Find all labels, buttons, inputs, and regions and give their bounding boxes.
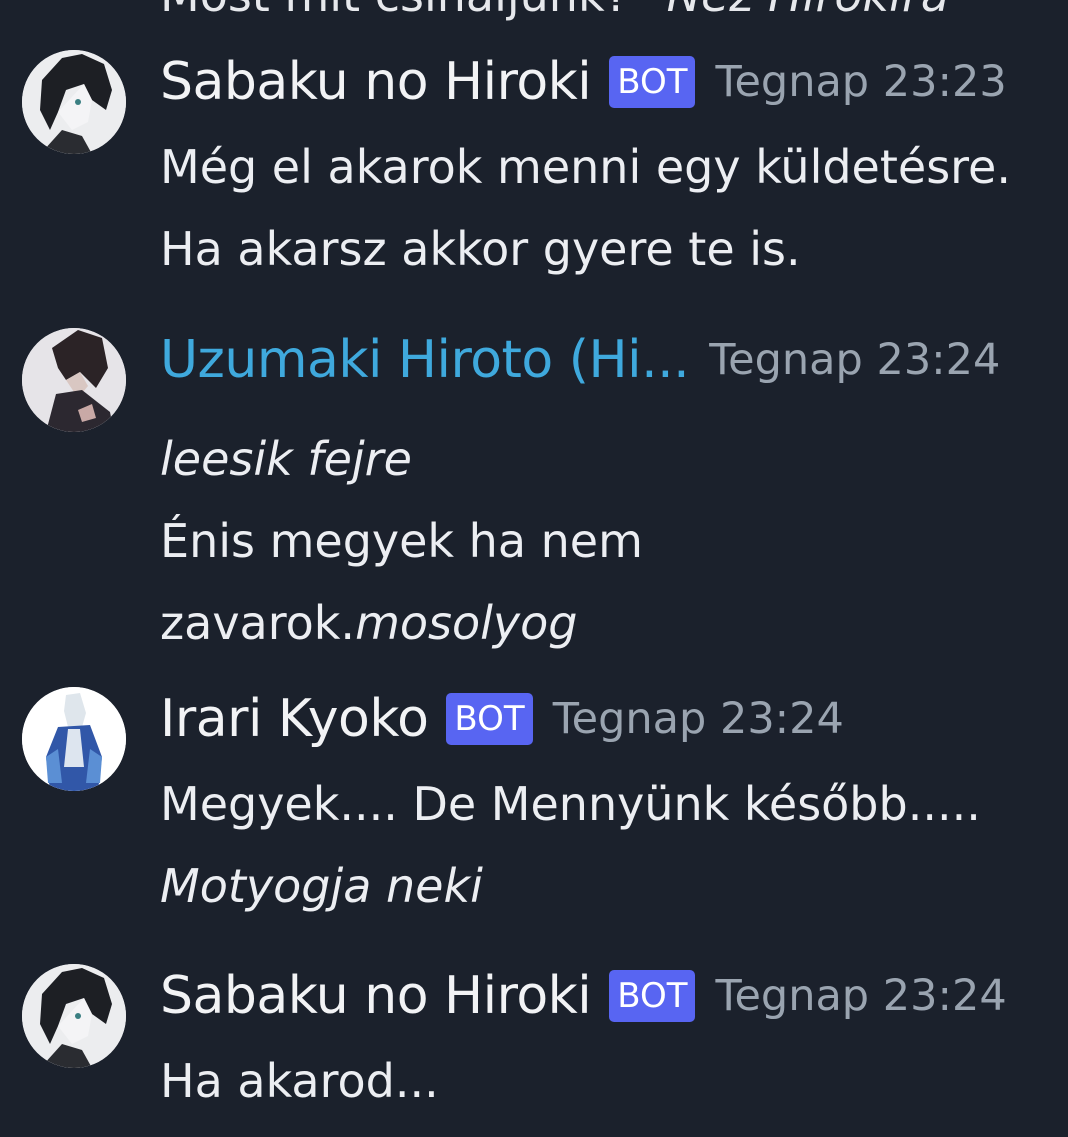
author-name[interactable]: Sabaku no Hiroki [160,966,592,1026]
message-content: Ha akarod... [160,1040,439,1122]
message-header: Sabaku no Hiroki BOT Tegnap 23:23 [160,50,1007,114]
avatar-irari-kyoko[interactable] [22,687,126,791]
message-italic-text: mosolyog [355,596,578,650]
timestamp: Tegnap 23:23 [715,57,1007,107]
timestamp: Tegnap 23:24 [709,335,1001,385]
message-header: Irari Kyoko BOT Tegnap 23:24 [160,687,844,751]
message-text: zavarok. [160,596,356,650]
message-line: zavarok.mosolyog [160,582,643,664]
timestamp: Tegnap 23:24 [715,971,1007,1021]
previous-message-cutoff: Most mit csinaljunk? *Néz Hirokira [160,0,949,22]
bot-badge: BOT [446,693,533,745]
author-name[interactable]: Uzumaki Hiroto (Hi... [160,330,690,390]
message-line: Megyek.... De Mennyünk később..... [160,777,981,831]
avatar-uzumaki-hiroto[interactable] [22,328,126,432]
message-line: Még el akarok menni egy küldetésre. [160,140,1011,194]
message-content: Megyek.... De Mennyünk később..... Motyo… [160,763,981,927]
message-line: Ha akarsz akkor gyere te is. [160,222,801,276]
cutoff-text: Most mit csinaljunk? [160,0,644,22]
message-content: Még el akarok menni egy küldetésre. Ha a… [160,126,1011,290]
message-line: leesik fejre [160,432,412,486]
author-name[interactable]: Irari Kyoko [160,689,429,749]
timestamp: Tegnap 23:24 [552,694,844,744]
message-content: leesik fejre Énis megyek ha nem zavarok.… [160,418,643,664]
avatar-sabaku-no-hiroki[interactable] [22,964,126,1068]
message-line: Motyogja neki [160,859,483,913]
message-line: Énis megyek ha nem [160,514,643,568]
message-header: Uzumaki Hiroto (Hi... Tegnap 23:24 [160,328,1000,392]
bot-badge: BOT [609,970,696,1022]
author-name[interactable]: Sabaku no Hiroki [160,52,592,112]
message-line: Ha akarod... [160,1054,439,1108]
cutoff-italic-text: *Néz Hirokira [644,0,949,22]
bot-badge: BOT [609,56,696,108]
message-header: Sabaku no Hiroki BOT Tegnap 23:24 [160,964,1007,1028]
avatar-sabaku-no-hiroki[interactable] [22,50,126,154]
